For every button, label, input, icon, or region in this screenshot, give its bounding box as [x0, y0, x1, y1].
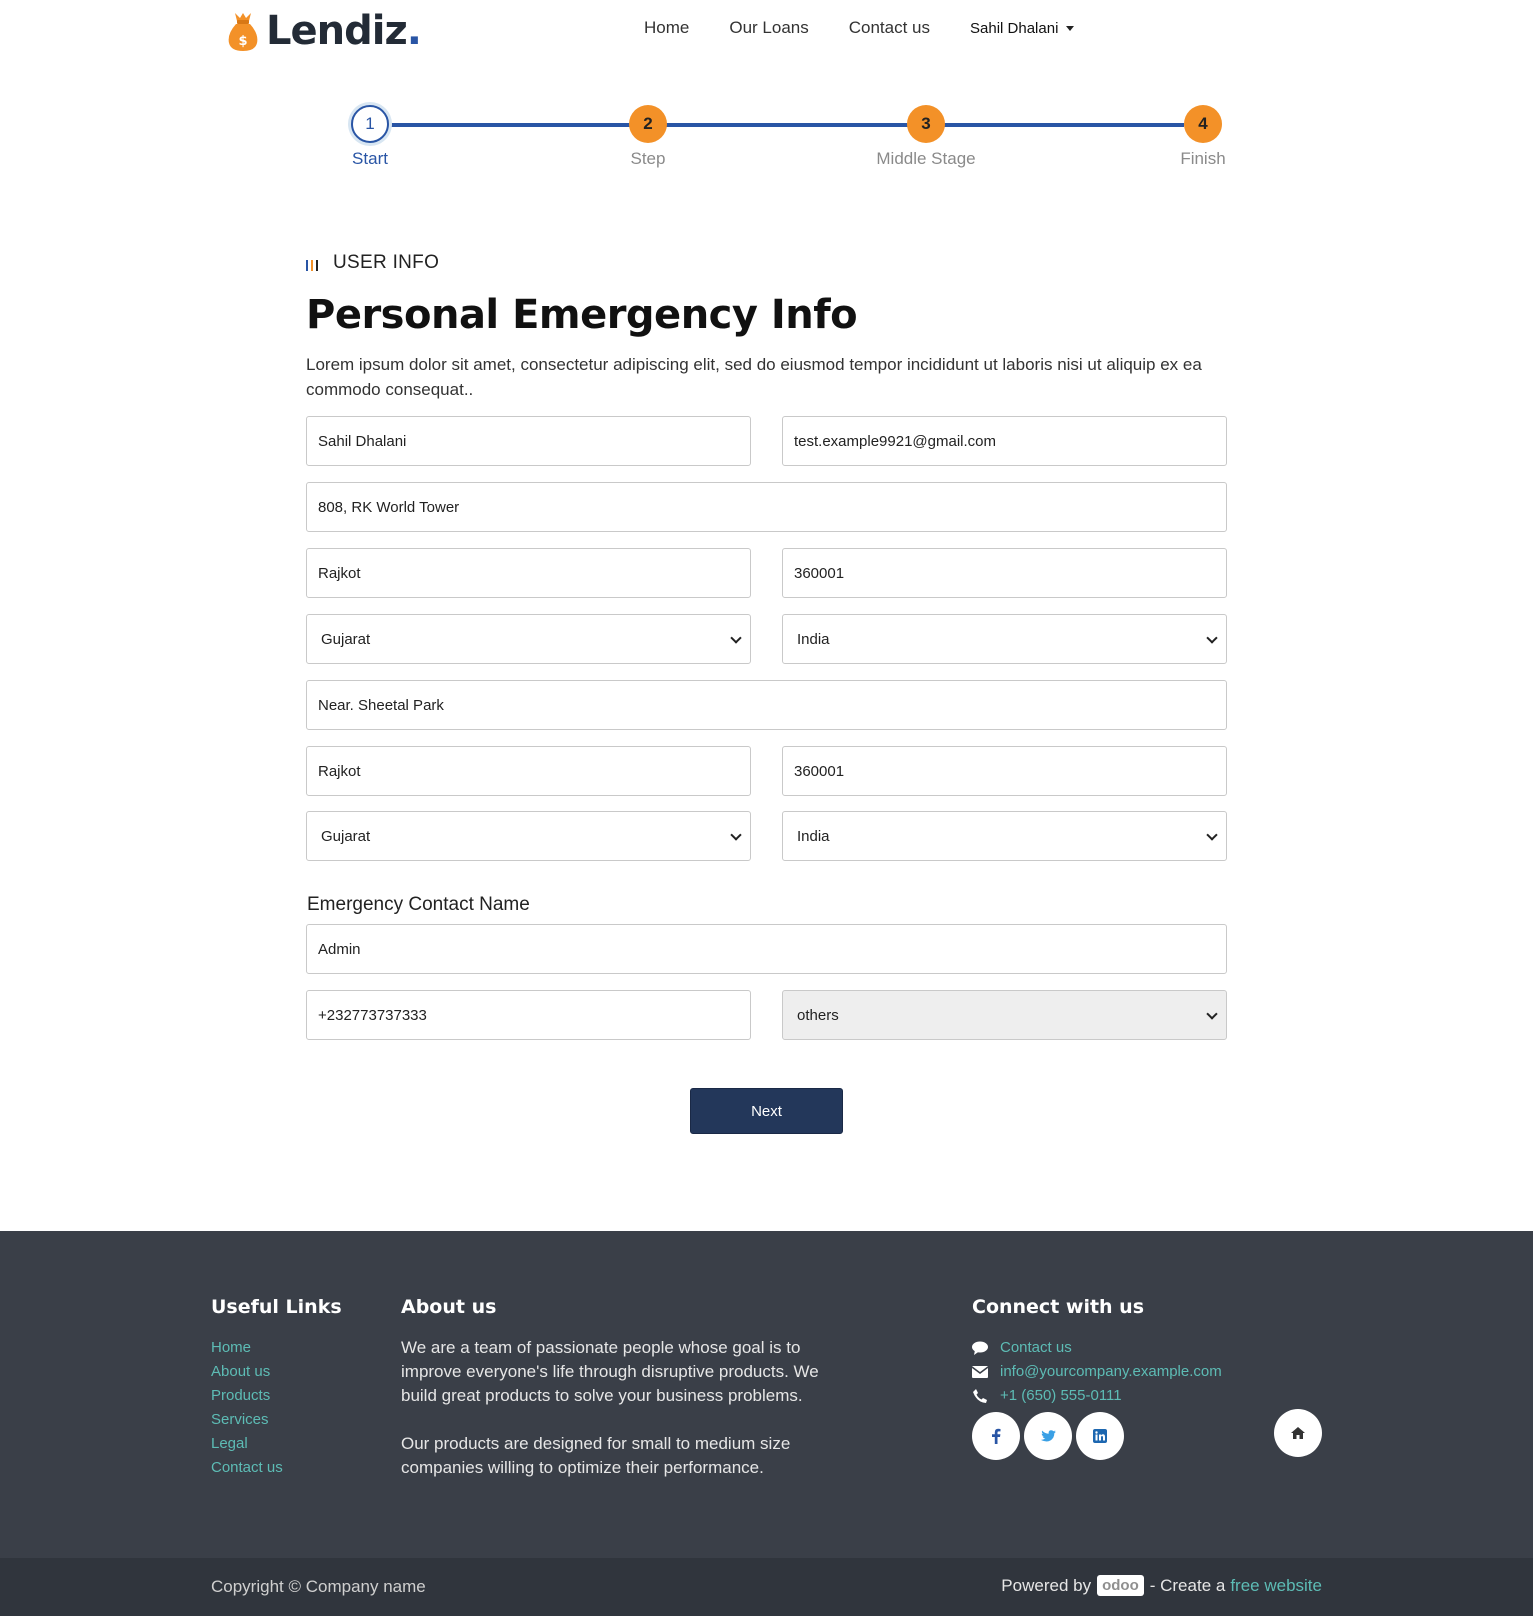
free-website-link[interactable]: free website [1230, 1576, 1322, 1596]
footer-contact-link[interactable]: Contact us [972, 1336, 1222, 1360]
connect-title: Connect with us [972, 1296, 1145, 1318]
stepper-line [350, 123, 1184, 127]
chevron-down-icon [730, 829, 742, 841]
country2-select[interactable]: India [782, 811, 1227, 861]
twitter-icon[interactable] [1024, 1412, 1072, 1460]
footer-contact-text: Contact us [1000, 1339, 1072, 1356]
emergency-contact-label: Emergency Contact Name [307, 894, 530, 915]
about-paragraph-1: We are a team of passionate people whose… [401, 1338, 819, 1405]
emergency-name-input[interactable]: Admin [306, 924, 1227, 974]
connect-column: Connect with us Contact us info@yourcomp… [972, 1296, 1222, 1460]
relation-select-value: others [797, 1006, 839, 1024]
odoo-logo[interactable]: odoo [1097, 1575, 1144, 1596]
footer-link-home[interactable]: Home [211, 1336, 342, 1360]
relation-select[interactable]: others [782, 990, 1227, 1040]
about-column: About us We are a team of passionate peo… [401, 1296, 831, 1480]
city2-input[interactable]: Rajkot [306, 746, 751, 796]
step-circle: 1 [351, 105, 389, 143]
chevron-down-icon [1206, 632, 1218, 644]
state2-select[interactable]: Gujarat [306, 811, 751, 861]
chevron-down-icon [1206, 829, 1218, 841]
step-circle: 2 [629, 105, 667, 143]
tag-bars-icon [306, 259, 321, 271]
footer-link-services[interactable]: Services [211, 1408, 342, 1432]
state2-select-value: Gujarat [321, 827, 371, 845]
country-select[interactable]: India [782, 614, 1227, 664]
step-label: Finish [1180, 149, 1226, 168]
facebook-icon[interactable] [972, 1412, 1020, 1460]
home-icon[interactable] [1274, 1409, 1322, 1457]
page-title: Personal Emergency Info [306, 292, 858, 338]
state-select[interactable]: Gujarat [306, 614, 751, 664]
footer-bottom-bar: Copyright © Company name Powered by odoo… [0, 1558, 1533, 1616]
brand-name: Lendiz. [266, 8, 422, 54]
nav-our-loans[interactable]: Our Loans [729, 18, 808, 38]
zip-input[interactable]: 360001 [782, 548, 1227, 598]
useful-links-column: Useful Links Home About us Products Serv… [211, 1296, 342, 1480]
phone-icon [972, 1389, 988, 1403]
country-select-value: India [797, 630, 830, 648]
email-input[interactable]: test.example9921@gmail.com [782, 416, 1227, 466]
about-title: About us [401, 1296, 497, 1318]
step-finish: 4 Finish [1143, 105, 1263, 169]
footer-link-products[interactable]: Products [211, 1384, 342, 1408]
section-tag-text: USER INFO [333, 252, 440, 273]
chevron-down-icon [730, 632, 742, 644]
name-input[interactable]: Sahil Dhalani [306, 416, 751, 466]
footer-link-legal[interactable]: Legal [211, 1432, 342, 1456]
copyright-text: Copyright © Company name [211, 1577, 426, 1596]
social-links [972, 1412, 1222, 1460]
step-start: 1 Start [310, 105, 430, 169]
nav-contact-us[interactable]: Contact us [849, 18, 930, 38]
brand-logo[interactable]: $ Lendiz. [226, 8, 422, 54]
step-step: 2 Step [588, 105, 708, 169]
section-tag: USER INFO [306, 252, 439, 274]
address-input[interactable]: 808, RK World Tower [306, 482, 1227, 532]
footer-phone-link[interactable]: +1 (650) 555-0111 [972, 1384, 1222, 1408]
step-circle: 4 [1184, 105, 1222, 143]
footer-email-text: info@yourcompany.example.com [1000, 1363, 1222, 1380]
money-bag-icon: $ [226, 10, 260, 52]
emergency-phone-input[interactable]: +232773737333 [306, 990, 751, 1040]
user-name: Sahil Dhalani [970, 19, 1059, 37]
page-description: Lorem ipsum dolor sit amet, consectetur … [306, 355, 1202, 399]
step-label: Step [630, 149, 666, 168]
comment-icon [972, 1341, 988, 1355]
create-text: - Create a [1149, 1575, 1226, 1595]
site-header: $ Lendiz. Home Our Loans Contact us Sahi… [0, 0, 1533, 62]
step-label: Middle Stage [876, 149, 976, 168]
footer-email-link[interactable]: info@yourcompany.example.com [972, 1360, 1222, 1384]
address2-input[interactable]: Near. Sheetal Park [306, 680, 1227, 730]
useful-links-title: Useful Links [211, 1296, 342, 1318]
about-paragraph-2: Our products are designed for small to m… [401, 1434, 791, 1477]
progress-stepper: 1 Start 2 Step 3 Middle Stage 4 Finish [330, 105, 1226, 175]
powered-prefix: Powered by [1001, 1575, 1092, 1595]
main-nav: Home Our Loans Contact us Sahil Dhalani [644, 18, 1075, 38]
step-middle-stage: 3 Middle Stage [866, 105, 986, 169]
site-footer: Useful Links Home About us Products Serv… [0, 1231, 1533, 1616]
footer-phone-text: +1 (650) 555-0111 [1000, 1387, 1122, 1404]
chevron-down-icon [1206, 1008, 1218, 1020]
zip2-input[interactable]: 360001 [782, 746, 1227, 796]
country2-select-value: India [797, 827, 830, 845]
step-circle: 3 [907, 105, 945, 143]
caret-down-icon [1066, 25, 1075, 31]
linkedin-icon[interactable] [1076, 1412, 1124, 1460]
nav-home[interactable]: Home [644, 18, 689, 38]
next-button[interactable]: Next [690, 1088, 843, 1134]
city-input[interactable]: Rajkot [306, 548, 751, 598]
envelope-icon [972, 1365, 988, 1379]
state-select-value: Gujarat [321, 630, 371, 648]
step-label: Start [352, 149, 388, 168]
powered-by: Powered by odoo - Create a free website [1001, 1575, 1322, 1596]
svg-text:$: $ [238, 34, 247, 49]
footer-link-contact[interactable]: Contact us [211, 1456, 342, 1480]
footer-link-about[interactable]: About us [211, 1360, 342, 1384]
user-menu[interactable]: Sahil Dhalani [970, 19, 1075, 37]
